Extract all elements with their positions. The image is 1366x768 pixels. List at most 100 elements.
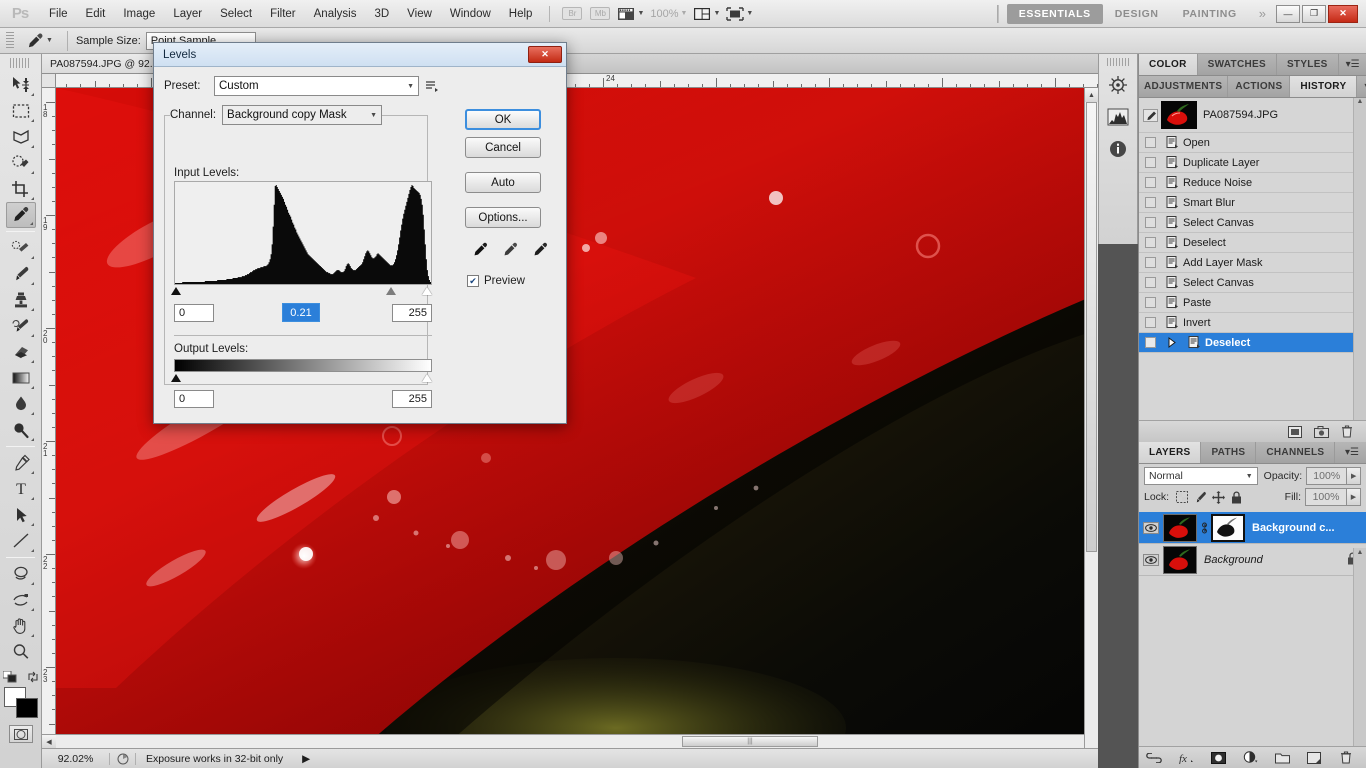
history-item-deselect-current[interactable]: Deselect bbox=[1139, 333, 1366, 353]
opacity-field[interactable]: 100% bbox=[1306, 467, 1348, 485]
input-gamma-marker[interactable] bbox=[386, 287, 396, 295]
history-item-open[interactable]: Open bbox=[1139, 133, 1366, 153]
history-source-checkbox[interactable] bbox=[1139, 337, 1161, 348]
dock-grip[interactable] bbox=[1107, 58, 1129, 66]
menu-window[interactable]: Window bbox=[441, 0, 500, 28]
history-scrollbar[interactable]: ▲ bbox=[1353, 98, 1366, 420]
levels-dialog-titlebar[interactable]: Levels ✕ bbox=[154, 43, 566, 67]
preview-checkbox-row[interactable]: ✔ Preview bbox=[467, 275, 525, 287]
fill-scrubber-arrow-icon[interactable]: ▶ bbox=[1347, 488, 1361, 506]
color-swatches[interactable] bbox=[3, 687, 38, 719]
cancel-button[interactable]: Cancel bbox=[465, 137, 541, 158]
input-black-point-marker[interactable] bbox=[171, 287, 181, 295]
set-black-point-icon[interactable] bbox=[472, 242, 489, 259]
create-document-from-state-icon[interactable] bbox=[1282, 425, 1308, 438]
layers-panel-menu-icon[interactable]: ▾☰ bbox=[1338, 442, 1366, 463]
default-colors-icon[interactable] bbox=[2, 671, 17, 683]
current-tool-preview[interactable]: ▼ bbox=[20, 32, 59, 50]
rectangular-marquee-tool[interactable] bbox=[6, 98, 36, 124]
vertical-scroll-thumb[interactable] bbox=[1086, 102, 1097, 552]
info-icon[interactable] bbox=[1105, 136, 1131, 162]
preset-select[interactable]: Custom ▼ bbox=[214, 76, 419, 96]
input-black-field[interactable]: 0 bbox=[174, 304, 214, 322]
menu-layer[interactable]: Layer bbox=[164, 0, 211, 28]
preset-options-icon[interactable] bbox=[419, 80, 445, 93]
arrange-documents-button[interactable]: ▼ bbox=[693, 4, 720, 24]
quick-mask-toggle[interactable] bbox=[8, 725, 33, 743]
line-tool[interactable] bbox=[6, 528, 36, 554]
clone-stamp-tool[interactable] bbox=[6, 287, 36, 313]
layer-thumbnail[interactable] bbox=[1163, 513, 1197, 542]
delete-layer-icon[interactable] bbox=[1333, 751, 1359, 764]
opacity-scrubber-arrow-icon[interactable]: ▶ bbox=[1347, 467, 1361, 485]
tab-history[interactable]: HISTORY bbox=[1290, 76, 1358, 97]
history-source-checkbox[interactable] bbox=[1139, 137, 1161, 148]
input-gamma-field[interactable]: 0.21 bbox=[282, 303, 320, 322]
brush-tool[interactable] bbox=[6, 261, 36, 287]
auto-button[interactable]: Auto bbox=[465, 172, 541, 193]
launch-mini-bridge-button[interactable]: Mb bbox=[589, 4, 611, 24]
history-item-select-canvas[interactable]: Select Canvas bbox=[1139, 213, 1366, 233]
history-source-checkbox[interactable] bbox=[1139, 237, 1161, 248]
quick-selection-tool[interactable] bbox=[6, 150, 36, 176]
horizontal-scroll-thumb[interactable]: ||| bbox=[682, 736, 818, 747]
layers-list[interactable]: Background c... Background bbox=[1139, 512, 1366, 576]
tab-channels[interactable]: CHANNELS bbox=[1256, 442, 1336, 463]
new-adjustment-layer-icon[interactable] bbox=[1237, 751, 1263, 764]
layer-style-icon[interactable]: fx bbox=[1173, 752, 1199, 764]
new-group-icon[interactable] bbox=[1269, 752, 1295, 764]
history-source-checkbox[interactable] bbox=[1139, 157, 1161, 168]
screen-mode-button[interactable]: ▼ bbox=[726, 4, 753, 24]
output-white-point-marker[interactable] bbox=[422, 374, 432, 382]
history-scroll-up-arrow[interactable]: ▲ bbox=[1354, 98, 1366, 105]
lasso-tool[interactable] bbox=[6, 124, 36, 150]
history-item-smart-blur[interactable]: Smart Blur bbox=[1139, 193, 1366, 213]
link-layers-icon[interactable] bbox=[1141, 752, 1167, 763]
history-brush-tool[interactable] bbox=[6, 313, 36, 339]
hand-tool[interactable] bbox=[6, 613, 36, 639]
gradient-tool[interactable] bbox=[6, 365, 36, 391]
input-histogram[interactable] bbox=[174, 181, 432, 285]
history-source-checkbox[interactable] bbox=[1139, 317, 1161, 328]
history-source-checkbox[interactable] bbox=[1139, 277, 1161, 288]
window-close-button[interactable]: ✕ bbox=[1328, 4, 1358, 23]
layer-mask-thumbnail[interactable] bbox=[1211, 513, 1245, 542]
history-item-paste[interactable]: Paste bbox=[1139, 293, 1366, 313]
menu-help[interactable]: Help bbox=[500, 0, 542, 28]
launch-bridge-button[interactable]: Br bbox=[561, 4, 583, 24]
lock-all-icon[interactable] bbox=[1227, 489, 1245, 505]
tab-layers[interactable]: LAYERS bbox=[1139, 442, 1202, 463]
delete-state-icon[interactable] bbox=[1334, 425, 1360, 438]
menu-filter[interactable]: Filter bbox=[261, 0, 305, 28]
tab-color[interactable]: COLOR bbox=[1139, 54, 1198, 75]
histogram-icon[interactable] bbox=[1105, 104, 1131, 130]
3d-camera-rotate-tool[interactable] bbox=[6, 587, 36, 613]
set-gray-point-icon[interactable] bbox=[502, 242, 519, 259]
history-item-deselect[interactable]: Deselect bbox=[1139, 233, 1366, 253]
output-black-field[interactable]: 0 bbox=[174, 390, 214, 408]
status-expand-icon[interactable]: ▶ bbox=[293, 753, 319, 765]
move-tool[interactable] bbox=[6, 72, 36, 98]
healing-brush-tool[interactable] bbox=[6, 235, 36, 261]
pen-tool[interactable] bbox=[6, 450, 36, 476]
output-white-field[interactable]: 255 bbox=[392, 390, 432, 408]
history-source-checkbox[interactable] bbox=[1139, 217, 1161, 228]
history-item-duplicate-layer[interactable]: Duplicate Layer bbox=[1139, 153, 1366, 173]
lock-position-icon[interactable] bbox=[1209, 489, 1227, 505]
menu-analysis[interactable]: Analysis bbox=[305, 0, 366, 28]
scroll-left-arrow[interactable]: ◀ bbox=[42, 735, 56, 748]
history-source-checkbox[interactable] bbox=[1139, 177, 1161, 188]
3d-object-rotate-tool[interactable] bbox=[6, 561, 36, 587]
history-source-checkbox[interactable] bbox=[1139, 257, 1161, 268]
type-tool[interactable]: T bbox=[6, 476, 36, 502]
lock-transparency-icon[interactable] bbox=[1173, 489, 1191, 505]
input-white-field[interactable]: 255 bbox=[392, 304, 432, 322]
layer-row[interactable]: Background bbox=[1139, 544, 1366, 576]
history-item-select-canvas-2[interactable]: Select Canvas bbox=[1139, 273, 1366, 293]
layer-thumbnail[interactable] bbox=[1163, 545, 1197, 574]
dodge-tool[interactable] bbox=[6, 417, 36, 443]
menu-file[interactable]: File bbox=[40, 0, 77, 28]
tool-preset-chevron-icon[interactable]: ▼ bbox=[46, 37, 53, 44]
blur-tool[interactable] bbox=[6, 391, 36, 417]
blend-mode-select[interactable]: Normal ▼ bbox=[1144, 467, 1258, 485]
